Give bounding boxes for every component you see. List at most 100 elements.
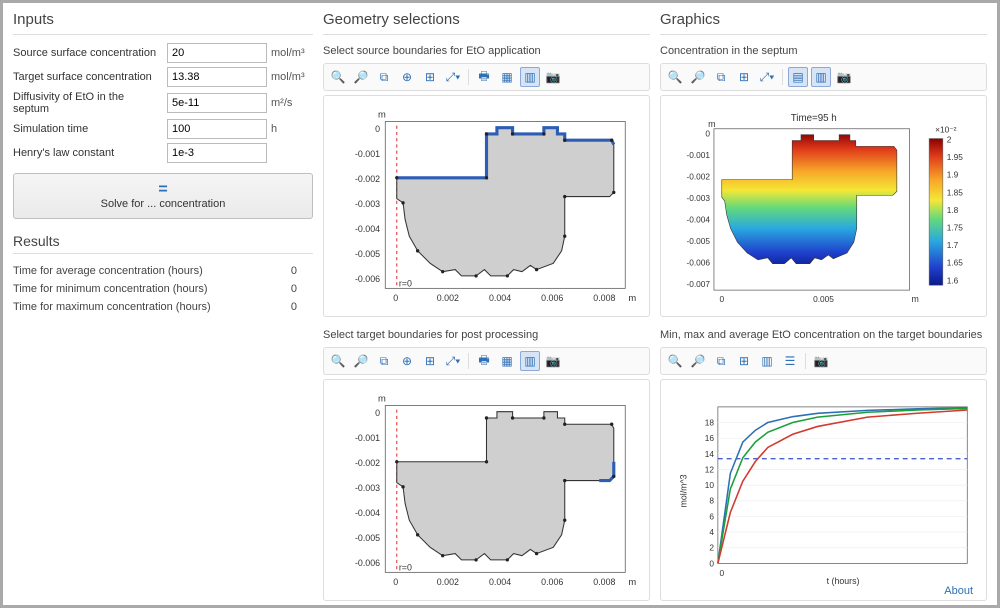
grid-icon[interactable]: ▦ [497,351,517,371]
svg-text:0: 0 [709,558,714,568]
reset-view-icon[interactable]: ⊞ [734,67,754,87]
zoom-box-icon[interactable]: ⧉ [711,67,731,87]
reset-view-icon[interactable]: ⊞ [734,351,754,371]
zoom-box-icon[interactable]: ⧉ [374,351,394,371]
svg-text:0.002: 0.002 [437,293,459,303]
svg-text:1.65: 1.65 [947,258,964,268]
zoom-in-icon[interactable]: 🔍 [328,351,348,371]
svg-text:0: 0 [375,124,380,134]
y-axis-label: mol/m^3 [679,474,689,507]
svg-text:1.7: 1.7 [947,240,959,250]
axis-menu-icon[interactable]: ⤢▾ [757,67,777,87]
zoom-in-icon[interactable]: 🔍 [665,351,685,371]
geometry-source-subtitle: Select source boundaries for EtO applica… [323,45,650,57]
camera-icon[interactable]: 📷 [834,67,854,87]
series-max [718,408,967,564]
graphics-title: Graphics [660,9,987,35]
concentration-plot[interactable]: Time=95 h m m 0 -0.001 -0.002 -0.003 -0.… [660,95,987,317]
print-icon[interactable]: 🖶 [474,351,494,371]
svg-text:-0.006: -0.006 [355,558,380,568]
x-unit: m [628,577,636,587]
field-label: Diffusivity of EtO in the septum [13,91,163,115]
geometry-target-subtitle: Select target boundaries for post proces… [323,329,650,341]
zoom-out-icon[interactable]: 🔎 [351,67,371,87]
x-unit: m [912,294,919,304]
colorbar-toggle-icon[interactable]: ▥ [811,67,831,87]
print-icon[interactable]: 🖶 [474,67,494,87]
camera-icon[interactable]: 📷 [811,351,831,371]
result-row: Time for maximum concentration (hours) 0 [13,301,313,313]
y-ticks: 18 16 14 12 10 8 6 4 2 0 [705,417,715,568]
reset-view-icon[interactable]: ⊞ [420,351,440,371]
zoom-box-icon[interactable]: ⧉ [711,351,731,371]
solve-button-label: Solve for ... concentration [101,198,226,210]
axis-menu-icon[interactable]: ⤢▾ [443,67,463,87]
timeseries-panel: Min, max and average EtO concentration o… [660,327,987,601]
legend-toggle-icon[interactable]: ▤ [788,67,808,87]
result-value: 0 [291,301,297,313]
select-mode-icon[interactable]: ▥ [520,351,540,371]
diffusivity-input[interactable] [167,93,267,113]
svg-text:0: 0 [393,577,398,587]
zoom-out-icon[interactable]: 🔎 [688,67,708,87]
zoom-in-icon[interactable]: 🔍 [665,67,685,87]
camera-icon[interactable]: 📷 [543,351,563,371]
svg-text:-0.004: -0.004 [687,215,711,225]
x-unit: m [628,293,636,303]
about-link[interactable]: About [944,585,973,597]
geometry-target-plot[interactable]: m m 0 -0.001 -0.002 -0.003 -0.004 -0.005… [323,379,650,601]
x-ticks: 0 0.002 0.004 0.006 0.008 [393,577,615,587]
svg-text:0.005: 0.005 [813,294,834,304]
zoom-out-icon[interactable]: 🔎 [351,351,371,371]
svg-text:1.85: 1.85 [947,187,964,197]
svg-text:0.008: 0.008 [593,293,615,303]
table-icon[interactable]: ▥ [757,351,777,371]
geometry-title: Geometry selections [323,9,650,35]
target-conc-input[interactable] [167,67,267,87]
field-label: Source surface concentration [13,47,163,59]
concentration-subtitle: Concentration in the septum [660,45,987,57]
geometry-target-panel: Select target boundaries for post proces… [323,327,650,601]
zoom-out-icon[interactable]: 🔎 [688,351,708,371]
colorbar-exp: ×10⁻² [935,125,956,135]
r0-label: r=0 [399,562,412,572]
axis-menu-icon[interactable]: ⤢▾ [443,351,463,371]
plot-toolbar: 🔍 🔎 ⧉ ⊕ ⊞ ⤢▾ 🖶 ▦ ▥ 📷 [323,63,650,91]
plot-title: Time=95 h [791,113,837,124]
y-unit: m [378,109,386,119]
result-row: Time for average concentration (hours) 0 [13,265,313,277]
field-unit: m²/s [271,97,311,109]
grid-icon[interactable]: ▦ [497,67,517,87]
solve-button[interactable]: = Solve for ... concentration [13,173,313,219]
colorbar [929,139,943,286]
zoom-box-icon[interactable]: ⧉ [374,67,394,87]
henry-input[interactable] [167,143,267,163]
svg-text:-0.006: -0.006 [355,274,380,284]
list-icon[interactable]: ☰ [780,351,800,371]
zoom-extents-icon[interactable]: ⊕ [397,67,417,87]
svg-text:2: 2 [709,543,714,553]
zoom-extents-icon[interactable]: ⊕ [397,351,417,371]
toolbar-separator [468,353,469,369]
select-mode-icon[interactable]: ▥ [520,67,540,87]
field-label: Target surface concentration [13,71,163,83]
sim-time-input[interactable] [167,119,267,139]
geometry-source-panel: Select source boundaries for EtO applica… [323,43,650,317]
svg-text:12: 12 [705,464,715,474]
camera-icon[interactable]: 📷 [543,67,563,87]
septum-shape [397,412,614,560]
y-ticks: 0 -0.001 -0.002 -0.003 -0.004 -0.005 -0.… [355,124,380,284]
reset-view-icon[interactable]: ⊞ [420,67,440,87]
timeseries-plot[interactable]: 18 16 14 12 10 8 6 4 2 0 0 mol/m^3 t (ho… [660,379,987,601]
x-tick: 0 [719,568,724,578]
toolbar-separator [805,353,806,369]
x-ticks: 0 0.005 [719,294,834,304]
zoom-in-icon[interactable]: 🔍 [328,67,348,87]
geometry-source-plot[interactable]: m m 0 -0.001 -0.002 -0.003 -0.004 -0.005… [323,95,650,317]
svg-text:-0.005: -0.005 [355,533,380,543]
results-title: Results [13,233,313,254]
concentration-panel: Concentration in the septum 🔍 🔎 ⧉ ⊞ ⤢▾ ▤… [660,43,987,317]
svg-text:-0.001: -0.001 [355,433,380,443]
source-conc-input[interactable] [167,43,267,63]
x-ticks: 0 0.002 0.004 0.006 0.008 [393,293,615,303]
